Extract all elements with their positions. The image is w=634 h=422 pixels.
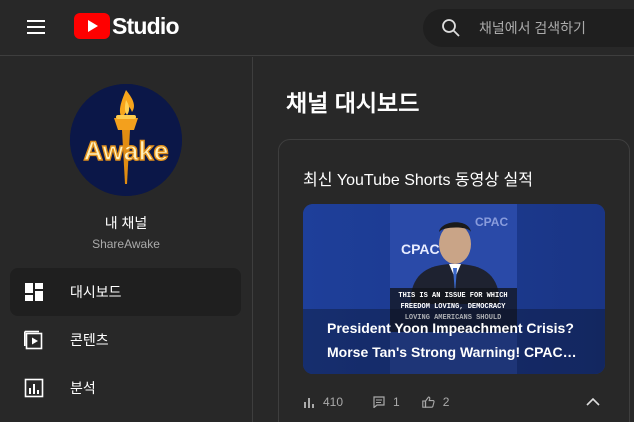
svg-text:Awake: Awake: [83, 136, 168, 166]
sidebar-item-dashboard[interactable]: 대시보드: [10, 268, 241, 316]
logo-text: Studio: [112, 12, 180, 39]
comment-icon: [373, 396, 385, 408]
shorts-performance-card: 최신 YouTube Shorts 동영상 실적 CPAC CPAC THIS …: [278, 139, 630, 422]
top-bar: Studio: [0, 0, 634, 56]
search-box[interactable]: [423, 9, 634, 47]
thumbs-up-icon: [421, 396, 435, 408]
page-title: 채널 대시보드: [286, 90, 420, 116]
likes-stat: 2: [421, 395, 450, 409]
channel-name: ShareAwake: [92, 237, 160, 251]
sidebar-item-label: 콘텐츠: [70, 332, 109, 348]
views-count: 410: [323, 395, 344, 409]
sidebar-item-analytics[interactable]: 분석: [10, 364, 241, 412]
sidebar: Awake 내 채널 ShareAwake 대시보드 콘텐츠 분석: [0, 57, 253, 422]
svg-text:CPAC: CPAC: [401, 241, 440, 257]
svg-text:CPAC: CPAC: [475, 215, 508, 229]
dashboard-icon: [25, 283, 43, 301]
hamburger-menu-icon[interactable]: [18, 14, 54, 42]
chevron-up-icon[interactable]: [585, 394, 601, 410]
video-stats: 410 1 2: [303, 392, 467, 412]
awake-logo-icon: Awake: [70, 84, 182, 196]
card-title: 최신 YouTube Shorts 동영상 실적: [303, 172, 533, 189]
avatar[interactable]: Awake: [70, 84, 182, 196]
search-input[interactable]: [479, 9, 634, 47]
sidebar-item-label: 대시보드: [70, 284, 122, 300]
content-icon: [24, 330, 43, 350]
views-stat: 410: [303, 395, 343, 409]
analytics-icon: [24, 378, 44, 398]
video-thumbnail[interactable]: CPAC CPAC THIS IS AN ISSUE FOR WHICH FRE…: [303, 204, 605, 374]
video-title[interactable]: President Yoon Impeachment Crisis? Morse…: [327, 316, 587, 364]
comments-count: 1: [393, 395, 400, 409]
youtube-logo-icon: [74, 13, 110, 39]
bar-chart-icon: [304, 398, 314, 408]
comments-stat: 1: [373, 395, 400, 409]
svg-text:THIS IS AN ISSUE FOR WHICH: THIS IS AN ISSUE FOR WHICH: [398, 292, 507, 300]
studio-logo[interactable]: Studio: [74, 12, 180, 39]
sidebar-item-label: 분석: [70, 380, 96, 396]
sidebar-item-content[interactable]: 콘텐츠: [10, 316, 241, 364]
likes-count: 2: [442, 395, 450, 409]
search-icon[interactable]: [441, 18, 461, 38]
channel-title: 내 채널: [104, 215, 148, 231]
